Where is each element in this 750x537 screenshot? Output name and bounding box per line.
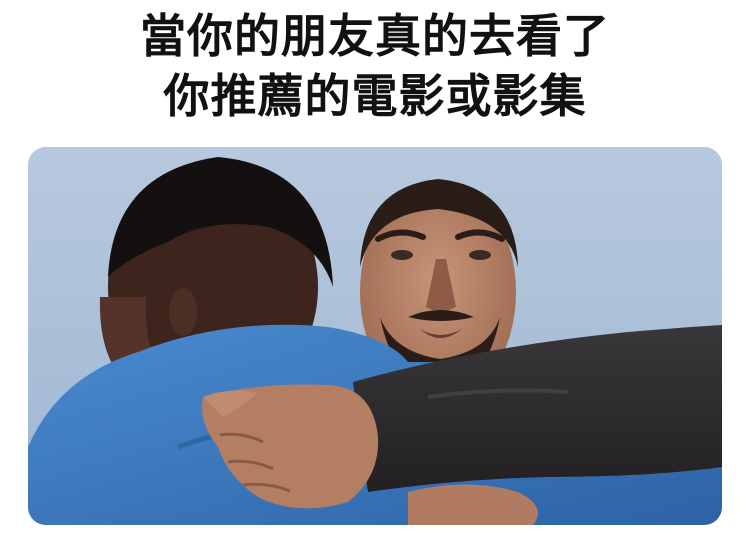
man-right-eye-left [391, 250, 413, 260]
hug-illustration [28, 147, 722, 525]
hug-photo [28, 147, 722, 525]
man-right-eye-right [469, 250, 491, 260]
caption-line-1: 當你的朋友真的去看了 [140, 9, 610, 63]
meme-page: 當你的朋友真的去看了 你推薦的電影或影集 [0, 0, 750, 537]
meme-caption: 當你的朋友真的去看了 你推薦的電影或影集 [0, 6, 750, 126]
caption-line-2: 你推薦的電影或影集 [163, 69, 587, 123]
man-left-ear [169, 288, 197, 336]
